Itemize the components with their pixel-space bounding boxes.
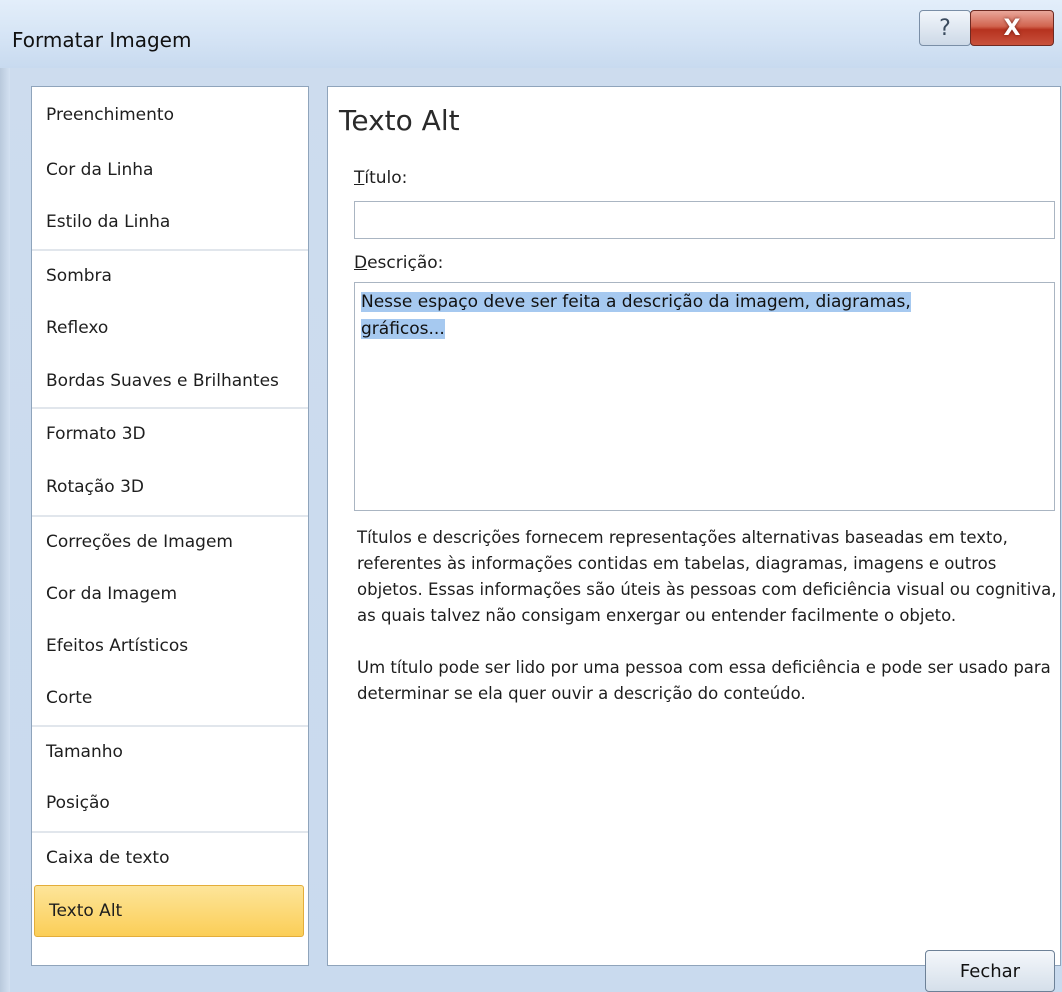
close-dialog-button[interactable]: Fechar bbox=[925, 950, 1055, 992]
title-label-accesskey: T bbox=[354, 168, 365, 188]
nav-item-estilo-da-linha[interactable]: Estilo da Linha bbox=[32, 196, 308, 248]
nav-item-efeitos-artisticos[interactable]: Efeitos Artísticos bbox=[32, 620, 308, 672]
close-icon: X bbox=[1003, 15, 1021, 41]
dialog-title: Formatar Imagem bbox=[12, 28, 192, 52]
nav-item-formato-3d[interactable]: Formato 3D bbox=[32, 407, 308, 459]
description-line-1: Nesse espaço deve ser feita a descrição … bbox=[361, 292, 911, 312]
nav-item-sombra[interactable]: Sombra bbox=[32, 249, 308, 301]
close-window-button[interactable]: X bbox=[970, 10, 1054, 46]
description-label: Descrição: bbox=[354, 253, 443, 273]
nav-item-cor-da-linha[interactable]: Cor da Linha bbox=[32, 144, 308, 196]
help-paragraph-2: Um título pode ser lido por uma pessoa c… bbox=[357, 658, 1051, 703]
nav-item-reflexo[interactable]: Reflexo bbox=[32, 302, 308, 354]
description-label-text: escrição: bbox=[367, 253, 444, 273]
nav-item-tamanho[interactable]: Tamanho bbox=[32, 725, 308, 777]
format-picture-dialog: Formatar Imagem ? X Preenchimento Cor da… bbox=[0, 0, 1062, 992]
nav-item-correcoes-de-imagem[interactable]: Correções de Imagem bbox=[32, 515, 308, 567]
title-label-text: ítulo: bbox=[364, 168, 408, 188]
help-button[interactable]: ? bbox=[919, 10, 971, 46]
description-textarea[interactable]: Nesse espaço deve ser feita a descrição … bbox=[354, 282, 1055, 511]
nav-item-preenchimento[interactable]: Preenchimento bbox=[32, 89, 308, 141]
description-label-accesskey: D bbox=[354, 253, 368, 273]
nav-item-rotacao-3d[interactable]: Rotação 3D bbox=[32, 461, 308, 513]
description-line-2: gráficos... bbox=[361, 319, 445, 339]
nav-item-texto-alt[interactable]: Texto Alt bbox=[34, 885, 304, 937]
help-text: Títulos e descrições fornecem representa… bbox=[357, 525, 1057, 707]
category-nav: Preenchimento Cor da Linha Estilo da Lin… bbox=[31, 86, 309, 966]
help-paragraph-1: Títulos e descrições fornecem representa… bbox=[357, 528, 1057, 625]
help-icon: ? bbox=[939, 15, 951, 41]
panel-heading: Texto Alt bbox=[339, 104, 460, 137]
nav-item-bordas-suaves[interactable]: Bordas Suaves e Brilhantes bbox=[32, 355, 308, 407]
window-edge bbox=[0, 60, 10, 992]
nav-item-cor-da-imagem[interactable]: Cor da Imagem bbox=[32, 568, 308, 620]
title-label: Título: bbox=[354, 168, 407, 188]
nav-item-caixa-de-texto[interactable]: Caixa de texto bbox=[32, 831, 308, 883]
nav-item-posicao[interactable]: Posição bbox=[32, 777, 308, 829]
title-input[interactable] bbox=[354, 201, 1055, 239]
nav-item-corte[interactable]: Corte bbox=[32, 672, 308, 724]
title-bar[interactable]: Formatar Imagem ? X bbox=[0, 0, 1062, 68]
